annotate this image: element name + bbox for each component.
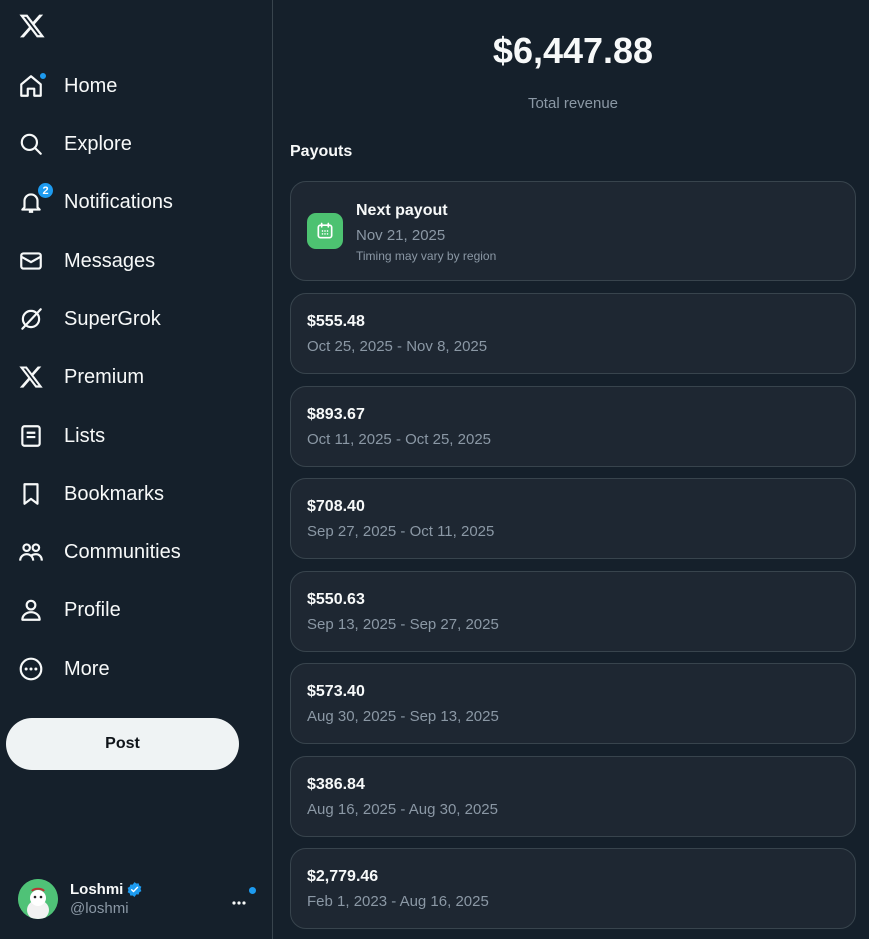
payout-date-range: Sep 27, 2025 - Oct 11, 2025 [307, 523, 495, 540]
x-logo-icon [18, 364, 44, 390]
payout-row[interactable]: $2,779.46 Feb 1, 2023 - Aug 16, 2025 [290, 848, 856, 929]
bell-icon: 2 [18, 182, 54, 215]
payout-date-range: Oct 11, 2025 - Oct 25, 2025 [307, 431, 491, 448]
sidebar-item-label: Notifications [64, 190, 173, 213]
post-button[interactable]: Post [6, 718, 239, 770]
payout-amount: $708.40 [307, 498, 365, 515]
sidebar-item-supergrok[interactable]: SuperGrok [18, 299, 161, 339]
home-icon [18, 72, 47, 99]
payout-date-range: Aug 30, 2025 - Sep 13, 2025 [307, 708, 499, 725]
payout-row[interactable]: $893.67 Oct 11, 2025 - Oct 25, 2025 [290, 386, 856, 467]
sidebar-item-label: Bookmarks [64, 482, 165, 505]
avatar [18, 879, 58, 919]
grok-icon [18, 306, 44, 332]
payout-amount: $573.40 [307, 683, 365, 700]
envelope-icon [18, 248, 44, 274]
sidebar-item-label: Communities [64, 540, 181, 563]
payout-date-range: Sep 13, 2025 - Sep 27, 2025 [307, 616, 499, 633]
payout-amount: $555.48 [307, 313, 365, 330]
payout-row[interactable]: $550.63 Sep 13, 2025 - Sep 27, 2025 [290, 571, 856, 652]
more-circle-icon [18, 656, 44, 682]
account-text: Loshmi @loshmi [70, 881, 143, 917]
sidebar-item-messages[interactable]: Messages [18, 241, 155, 281]
account-name: Loshmi [70, 881, 124, 898]
account-name-row: Loshmi [70, 881, 143, 898]
sidebar-item-label: Profile [64, 598, 121, 621]
next-payout-card[interactable]: Next payout Nov 21, 2025 Timing may vary… [290, 181, 856, 281]
sidebar-item-notifications[interactable]: 2 Notifications [18, 182, 173, 222]
payout-amount: $893.67 [307, 406, 365, 423]
unread-dot [249, 887, 256, 894]
total-revenue-label: Total revenue [527, 95, 619, 112]
sidebar-item-label: Lists [64, 424, 106, 447]
sidebar-item-profile[interactable]: Profile [18, 590, 121, 630]
sidebar-item-bookmarks[interactable]: Bookmarks [18, 474, 164, 514]
payouts-heading: Payouts [290, 143, 353, 160]
bookmark-icon [18, 481, 44, 507]
sidebar-item-premium[interactable]: Premium [18, 357, 144, 397]
notification-badge: 2 [37, 182, 54, 199]
more-horizontal-icon[interactable] [230, 890, 250, 910]
payout-row[interactable]: $708.40 Sep 27, 2025 - Oct 11, 2025 [290, 478, 856, 559]
verified-badge-icon [127, 882, 142, 897]
unread-dot [39, 72, 47, 80]
sidebar-item-explore[interactable]: Explore [18, 124, 132, 164]
payout-date-range: Feb 1, 2023 - Aug 16, 2025 [307, 893, 489, 910]
next-payout-title: Next payout [356, 202, 448, 219]
person-icon [18, 597, 44, 623]
sidebar: Home Explore 2 Notifications Messages Su… [0, 0, 273, 939]
total-revenue-amount: $6,447.88 [492, 30, 654, 71]
revenue-panel: $6,447.88 Total revenue Payouts Next pay… [274, 0, 869, 939]
account-handle: @loshmi [70, 900, 129, 917]
payout-date-range: Oct 25, 2025 - Nov 8, 2025 [307, 338, 488, 355]
search-icon [18, 131, 44, 157]
app-root: Home Explore 2 Notifications Messages Su… [0, 0, 869, 939]
sidebar-item-label: More [64, 657, 110, 680]
payout-row[interactable]: $386.84 Aug 16, 2025 - Aug 30, 2025 [290, 756, 856, 837]
sidebar-item-more[interactable]: More [18, 649, 110, 689]
calendar-icon [307, 213, 343, 249]
sidebar-item-communities[interactable]: Communities [18, 532, 181, 572]
sidebar-item-lists[interactable]: Lists [18, 416, 105, 456]
payout-row[interactable]: $555.48 Oct 25, 2025 - Nov 8, 2025 [290, 293, 856, 374]
x-logo-icon[interactable] [18, 12, 46, 40]
list-icon [18, 423, 44, 449]
payout-amount: $386.84 [307, 776, 365, 793]
sidebar-item-label: SuperGrok [64, 307, 161, 330]
sidebar-item-home[interactable]: Home [18, 66, 117, 106]
payout-amount: $2,779.46 [307, 868, 379, 885]
communities-icon [18, 539, 44, 565]
sidebar-item-label: Premium [64, 365, 145, 388]
payout-amount: $550.63 [307, 591, 365, 608]
payout-date-range: Aug 16, 2025 - Aug 30, 2025 [307, 801, 498, 818]
next-payout-date: Nov 21, 2025 [356, 227, 446, 244]
sidebar-item-label: Messages [64, 249, 156, 272]
sidebar-item-label: Explore [64, 132, 132, 155]
account-switcher[interactable]: Loshmi @loshmi [18, 876, 258, 922]
payout-row[interactable]: $573.40 Aug 30, 2025 - Sep 13, 2025 [290, 663, 856, 744]
sidebar-item-label: Home [64, 74, 118, 97]
next-payout-note: Timing may vary by region [356, 249, 497, 263]
